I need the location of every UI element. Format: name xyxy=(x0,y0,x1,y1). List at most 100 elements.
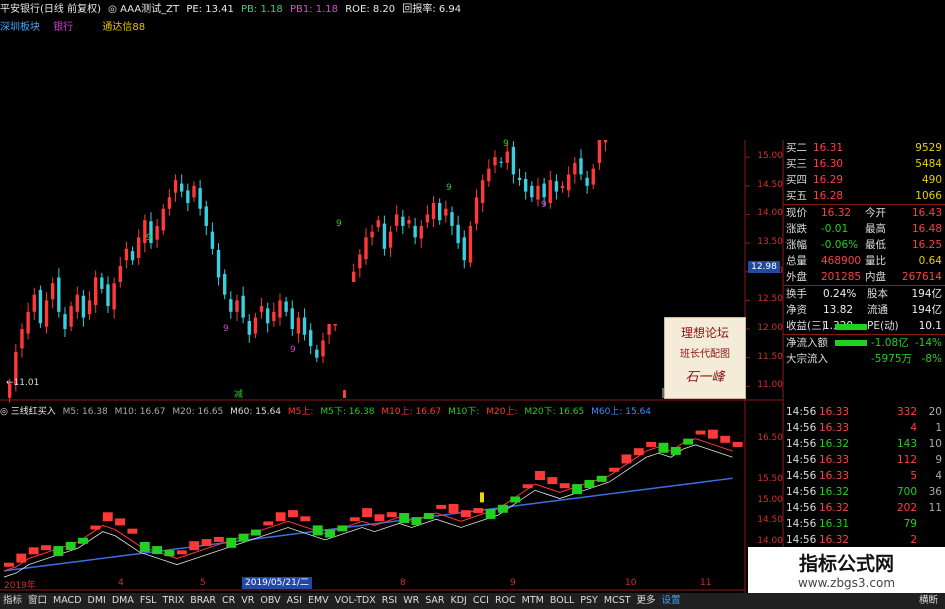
flow-pct: -14% xyxy=(914,337,942,349)
y-tick-label: 14.50 xyxy=(757,179,783,190)
candle-body xyxy=(241,295,245,318)
tab-12[interactable]: EMV xyxy=(305,595,332,606)
tab-13[interactable]: VOL-TDX xyxy=(332,595,379,606)
watermark-author: 班长代配图 xyxy=(680,349,730,360)
tab-23[interactable]: MCST xyxy=(601,595,634,606)
candle-body xyxy=(395,214,399,226)
indicator-bar xyxy=(213,536,224,542)
indicator-name[interactable]: ◎ AAA测试_ZT xyxy=(108,4,179,15)
m5-value: M5: 16.38 xyxy=(62,407,108,417)
tab-1[interactable]: 窗口 xyxy=(25,595,50,606)
y-tick-label: 15.00 xyxy=(757,151,783,162)
candle-body xyxy=(321,340,325,357)
tab-9[interactable]: VR xyxy=(238,595,257,606)
candle-body xyxy=(44,300,49,327)
indicator-bar xyxy=(411,517,422,526)
tab-3[interactable]: DMI xyxy=(85,595,109,606)
m10-value: M10: 16.67 xyxy=(114,407,166,417)
candle-body xyxy=(26,311,30,334)
bid-label: 买二 xyxy=(786,142,807,154)
indicator-bar xyxy=(139,541,150,552)
tab-10[interactable]: OBV xyxy=(257,595,283,606)
redacted-area-2 xyxy=(325,282,621,324)
tab-18[interactable]: CCI xyxy=(470,595,492,606)
tab-25[interactable]: 设置 xyxy=(659,595,684,606)
tab-20[interactable]: MTM xyxy=(519,595,547,606)
quote-row: 大宗流入 -5975万 -8% xyxy=(783,340,945,367)
tab-7[interactable]: BRAR xyxy=(187,595,219,606)
indicator-bar xyxy=(423,513,434,520)
candle-body xyxy=(487,168,491,182)
indicator-bar xyxy=(621,454,632,464)
tab-19[interactable]: ROC xyxy=(492,595,519,606)
tab-21[interactable]: BOLL xyxy=(547,595,577,606)
indicator-bar xyxy=(399,513,410,524)
chart-header: 平安银行(日线 前复权) ◎ AAA测试_ZT PE: 13.41 PB: 1.… xyxy=(0,0,945,16)
tick-count: 9 xyxy=(935,454,942,466)
candle-body xyxy=(57,277,61,312)
candle-body xyxy=(499,161,503,163)
candle-body xyxy=(284,301,288,312)
site-name: 指标公式网 xyxy=(798,553,894,575)
tick-price: 16.32 xyxy=(819,534,850,546)
x-tick-label: 11 xyxy=(700,578,712,588)
tab-4[interactable]: DMA xyxy=(109,595,137,606)
indicator-bar xyxy=(238,533,249,542)
bid-price: 16.29 xyxy=(813,174,844,186)
tab-16[interactable]: SAR xyxy=(422,595,447,606)
candle-body xyxy=(247,320,251,335)
candle-body xyxy=(554,181,559,192)
candle-body xyxy=(167,197,172,209)
sequence-marker: 9 xyxy=(290,345,296,355)
indicator-bar xyxy=(201,539,212,547)
candle-body xyxy=(468,225,473,263)
sector-link[interactable]: 银行 xyxy=(53,22,73,33)
tab-24[interactable]: 更多 xyxy=(634,595,659,606)
candle-body xyxy=(81,295,86,318)
candle-body xyxy=(180,183,184,192)
tab-6[interactable]: TRIX xyxy=(159,595,187,606)
candle-body xyxy=(192,185,196,198)
quote-label: 现价 xyxy=(786,207,807,219)
indicator-bar xyxy=(362,508,373,518)
stat-label: 收益(三) xyxy=(786,320,826,332)
tab-right-toggle[interactable]: 横断 xyxy=(916,593,941,609)
tab-14[interactable]: RSI xyxy=(379,595,400,606)
bid-price: 16.31 xyxy=(813,142,844,154)
stat-value-2: 194亿 xyxy=(911,288,942,300)
tick-price: 16.32 xyxy=(819,502,850,514)
tab-22[interactable]: PSY xyxy=(577,595,601,606)
candle-body xyxy=(425,214,430,223)
quote-value-2: 16.25 xyxy=(911,239,942,251)
indicator-bar xyxy=(288,510,298,518)
tick-time: 14:56 xyxy=(786,454,817,466)
quote-label-2: 内盘 xyxy=(865,271,886,283)
board-link[interactable]: 深圳板块 xyxy=(0,22,40,33)
indicator-title[interactable]: ◎ 三线红买入 xyxy=(0,407,56,417)
tdx-link[interactable]: 通达信88 xyxy=(102,22,145,33)
quote-value: -0.01 xyxy=(821,223,849,235)
tab-2[interactable]: MACD xyxy=(50,595,84,606)
candle-body xyxy=(364,237,368,260)
x-tick-label: 8 xyxy=(400,578,406,588)
quote-row: 外盘 201285 内盘 267614 xyxy=(783,269,945,285)
stock-title[interactable]: 平安银行(日线 前复权) xyxy=(0,4,101,15)
tab-17[interactable]: KDJ xyxy=(448,595,470,606)
candle-body xyxy=(198,188,202,209)
stat-value: 13.82 xyxy=(823,304,854,316)
forum-watermark: 理想论坛 班长代配图 石一峰 xyxy=(664,317,746,399)
y-tick-label: 14.00 xyxy=(757,208,783,219)
candle-body xyxy=(112,283,116,310)
tab-8[interactable]: CR xyxy=(219,595,238,606)
tab-11[interactable]: ASI xyxy=(284,595,305,606)
indicator-bar xyxy=(707,429,718,439)
tab-5[interactable]: FSL xyxy=(137,595,160,606)
tab-15[interactable]: WR xyxy=(400,595,422,606)
y-tick-label: 15.00 xyxy=(757,494,783,505)
quote-row: 买五 16.28 1066 xyxy=(783,188,945,204)
candle-body xyxy=(210,231,215,249)
candle-body xyxy=(32,294,36,312)
date-cursor-tag: 2019/05/21/二 xyxy=(242,577,312,589)
m60up-value: M60上: 15.64 xyxy=(591,407,652,417)
tab-0[interactable]: 指标 xyxy=(0,595,25,606)
